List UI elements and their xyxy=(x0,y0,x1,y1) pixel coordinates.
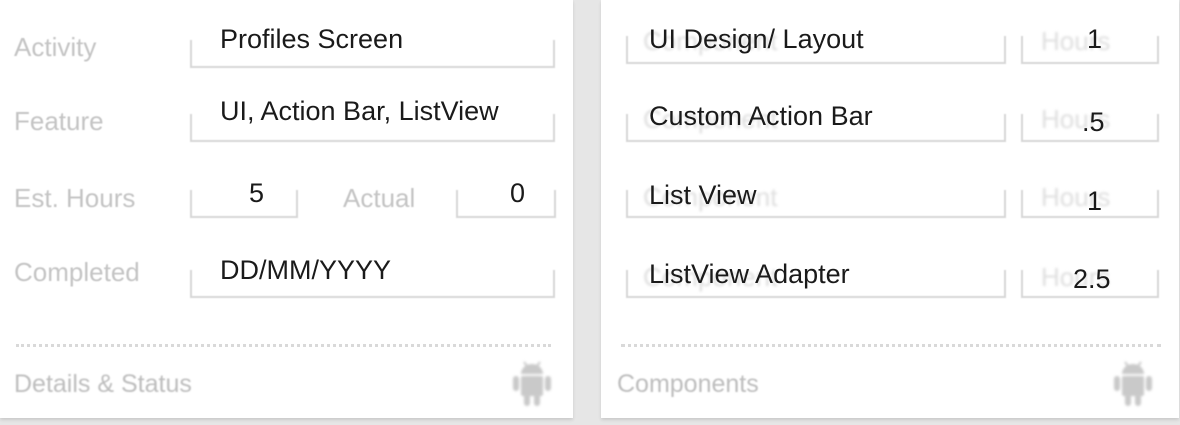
component-name-3: List View xyxy=(649,180,757,210)
details-status-card: Activity Profiles Screen Feature UI, Act… xyxy=(0,0,573,418)
footer-divider xyxy=(621,344,1161,347)
details-footer-title: Details & Status xyxy=(14,370,192,398)
feature-value: UI, Action Bar, ListView xyxy=(220,96,499,126)
hours-value-2: .5 xyxy=(1082,107,1105,137)
actual-label: Actual xyxy=(343,183,416,213)
est-hours-value: 5 xyxy=(249,178,265,208)
component-name-2: Custom Action Bar xyxy=(649,101,873,131)
actual-field[interactable] xyxy=(456,190,556,218)
component-name-1: UI Design/ Layout xyxy=(649,24,864,54)
hours-value-1: 1 xyxy=(1087,24,1103,54)
components-card: Component UI Design/ Layout Hours 1 Comp… xyxy=(601,0,1179,418)
footer-divider xyxy=(16,344,551,347)
activity-value: Profiles Screen xyxy=(220,24,404,54)
component-name-4: ListView Adapter xyxy=(649,259,850,289)
hours-value-4: 2.5 xyxy=(1073,264,1111,294)
completed-label: Completed xyxy=(14,257,140,287)
components-footer-title: Components xyxy=(617,370,759,398)
completed-value: DD/MM/YYYY xyxy=(220,255,392,285)
android-icon xyxy=(1114,361,1152,406)
activity-label: Activity xyxy=(14,32,97,62)
android-icon xyxy=(513,361,551,406)
hours-value-3: 1 xyxy=(1087,186,1103,216)
actual-value: 0 xyxy=(510,178,526,208)
est-hours-label: Est. Hours xyxy=(14,183,136,213)
est-hours-field[interactable] xyxy=(190,190,298,218)
feature-label: Feature xyxy=(14,106,104,136)
